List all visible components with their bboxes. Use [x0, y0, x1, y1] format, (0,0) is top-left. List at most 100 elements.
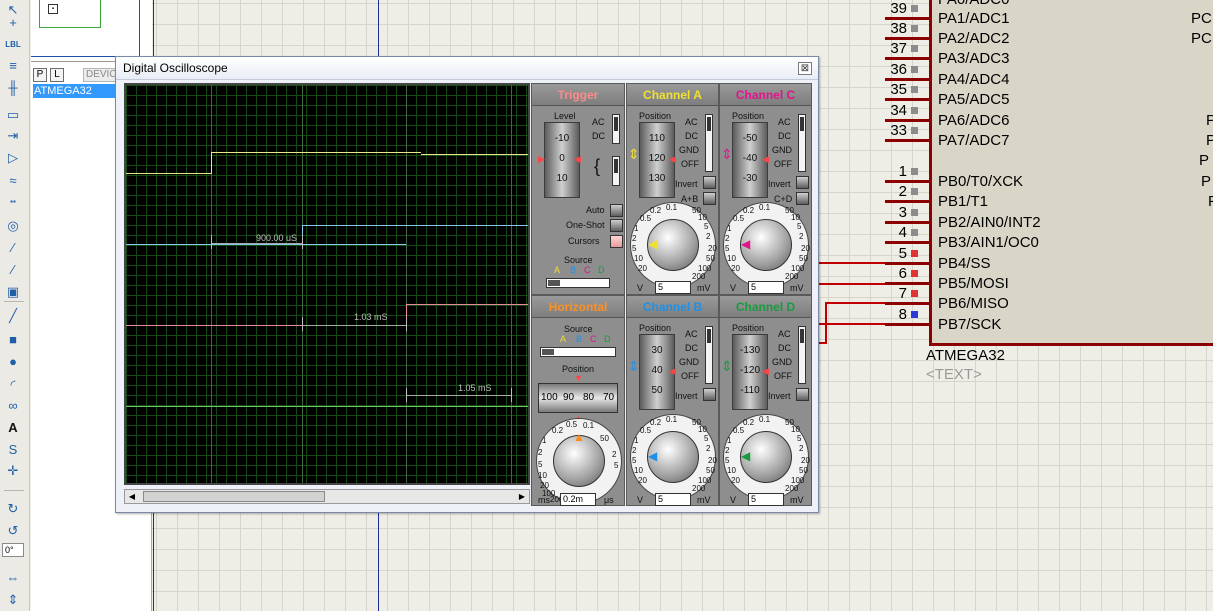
source-d-label: D: [598, 265, 605, 275]
position-label: Position: [732, 323, 765, 333]
terminal-icon[interactable]: ⇥: [4, 126, 22, 144]
circle-tool-icon[interactable]: ●: [4, 352, 22, 370]
device-pin-icon[interactable]: ▷: [4, 148, 22, 166]
junction-icon[interactable]: +: [4, 13, 22, 31]
measurement-marker: [406, 317, 407, 331]
horizontal-panel: Horizontal Source A B C D Position ▼ 100…: [531, 295, 625, 506]
bus-icon[interactable]: ╫: [4, 78, 22, 96]
pin-state-indicator: [911, 311, 918, 318]
scope-scrollbar[interactable]: ◀ ▶: [124, 489, 530, 504]
pin-number: 35: [890, 81, 907, 98]
mode-off-label: OFF: [681, 371, 699, 381]
channel-b-volts-field[interactable]: 5: [655, 493, 691, 506]
oscilloscope-titlebar[interactable]: Digital Oscilloscope ⊠: [116, 57, 818, 80]
text-tool-icon[interactable]: A: [4, 418, 22, 436]
timebase-value-field[interactable]: 0.2m: [560, 493, 596, 506]
label-icon[interactable]: LBL: [4, 36, 22, 54]
source-c-label: C: [584, 265, 591, 275]
tape-recorder-icon[interactable]: ▪▪: [4, 193, 22, 211]
scroll-thumb[interactable]: [143, 491, 325, 502]
channel-a-mode-switch[interactable]: [705, 114, 713, 172]
dial-number: 0.5: [733, 214, 745, 223]
channel-a-invert-button[interactable]: [703, 176, 716, 189]
invert-label: Invert: [768, 179, 791, 189]
wire[interactable]: [819, 262, 885, 264]
box-tool-icon[interactable]: ■: [4, 330, 22, 348]
dial-number: 10: [727, 254, 736, 263]
channel-c-invert-button[interactable]: [796, 176, 809, 189]
panel-title: Horizontal: [532, 296, 624, 318]
auto-label: Auto: [586, 205, 605, 215]
channel-a-panel: Channel A Position 110 120 130 ⇕ ◀ AC DC…: [626, 83, 719, 295]
line-tool-icon[interactable]: ╱: [4, 306, 22, 324]
grid-major-line: [511, 85, 512, 483]
dial-number: 10: [538, 471, 547, 480]
channel-c-volts-field[interactable]: 5: [748, 281, 784, 294]
horizontal-position-control[interactable]: 100 90 80 70: [538, 383, 618, 413]
coupling-switch[interactable]: [612, 114, 620, 144]
one-shot-button[interactable]: [610, 219, 623, 232]
subcircuit-icon[interactable]: ▭: [4, 105, 22, 123]
timebase-dial[interactable]: 0.5 0.2 0.1 1 2 5 10 20 50 100 200 2 5 ▲: [536, 418, 622, 504]
overview-preview[interactable]: ▪: [31, 0, 152, 62]
rotation-angle-field[interactable]: 0°: [2, 543, 24, 557]
cursors-button[interactable]: [610, 235, 623, 248]
dial-pointer-icon: ▲: [573, 430, 585, 444]
channel-b-invert-button[interactable]: [703, 388, 716, 401]
wire[interactable]: [819, 323, 885, 325]
mirror-vertical-icon[interactable]: ⇕: [4, 590, 22, 608]
dial-number: 5: [797, 434, 802, 443]
mirror-horizontal-icon[interactable]: ⇔: [4, 568, 22, 586]
pick-devices-button[interactable]: P: [33, 68, 47, 82]
path-tool-icon[interactable]: ∞: [4, 396, 22, 414]
generator-icon[interactable]: ◎: [4, 216, 22, 234]
virtual-instrument-icon[interactable]: ▣: [4, 282, 22, 300]
pin-label: PA6/ADC6: [938, 112, 1010, 129]
scope-display[interactable]: 900.00 uS 1.03 mS 1.05 mS: [124, 83, 530, 485]
dial-number: 20: [731, 476, 740, 485]
voltage-probe-icon[interactable]: ⁄: [4, 238, 22, 256]
graph-icon[interactable]: ≈: [4, 171, 22, 189]
rotate-clockwise-icon[interactable]: ↻: [4, 499, 22, 517]
pin-label: PB1/T1: [938, 193, 989, 210]
grid-major-line: [302, 85, 303, 483]
channel-c-volts-dial[interactable]: 0.2 0.5 1 2 5 10 20 50 0.1 2 5 10 20 50 …: [723, 202, 810, 288]
scroll-right-icon[interactable]: ▶: [515, 490, 529, 503]
close-icon[interactable]: ⊠: [798, 62, 812, 75]
pin-number: 36: [890, 61, 907, 78]
current-probe-icon[interactable]: ⁄: [4, 260, 22, 278]
wire[interactable]: [825, 302, 885, 304]
dial-pointer-icon: ◀: [648, 237, 658, 251]
channel-a-volts-dial[interactable]: 0.2 0.5 1 2 5 10 20 50 0.1 2 5 10 20 50 …: [630, 202, 717, 288]
mode-dc-label: DC: [685, 343, 698, 353]
channel-b-volts-dial[interactable]: 0.2 0.5 1 2 5 10 20 50 0.1 2 5 10 20 50 …: [630, 414, 717, 500]
pin-number: 5: [898, 245, 907, 262]
scroll-left-icon[interactable]: ◀: [125, 490, 139, 503]
source-a-label: A: [554, 265, 561, 275]
channel-a-volts-field[interactable]: 5: [655, 281, 691, 294]
dial-number: 10: [634, 466, 643, 475]
dial-number: 0.1: [759, 203, 771, 212]
wire[interactable]: [819, 342, 827, 344]
channel-d-volts-field[interactable]: 5: [748, 493, 784, 506]
channel-d-mode-switch[interactable]: [798, 326, 806, 384]
horizontal-source-slider[interactable]: [540, 347, 616, 357]
marker-tool-icon[interactable]: ✛: [4, 461, 22, 479]
edge-switch[interactable]: [612, 156, 620, 186]
text-script-icon[interactable]: ≡: [4, 56, 22, 74]
wire[interactable]: [819, 283, 885, 285]
unit-label: V: [637, 283, 644, 293]
channel-b-mode-switch[interactable]: [705, 326, 713, 384]
rotate-anticlockwise-icon[interactable]: ↺: [4, 521, 22, 539]
grid-major-line: [406, 85, 407, 483]
pin-number: 34: [890, 102, 907, 119]
channel-c-mode-switch[interactable]: [798, 114, 806, 172]
trigger-source-slider[interactable]: [546, 278, 610, 288]
pin-number: 37: [890, 40, 907, 57]
auto-button[interactable]: [610, 204, 623, 217]
channel-d-volts-dial[interactable]: 0.2 0.5 1 2 5 10 20 50 0.1 2 5 10 20 50 …: [723, 414, 810, 500]
symbol-tool-icon[interactable]: S: [4, 440, 22, 458]
arc-tool-icon[interactable]: ◜: [4, 375, 22, 393]
library-manager-button[interactable]: L: [50, 68, 64, 82]
channel-d-invert-button[interactable]: [796, 388, 809, 401]
